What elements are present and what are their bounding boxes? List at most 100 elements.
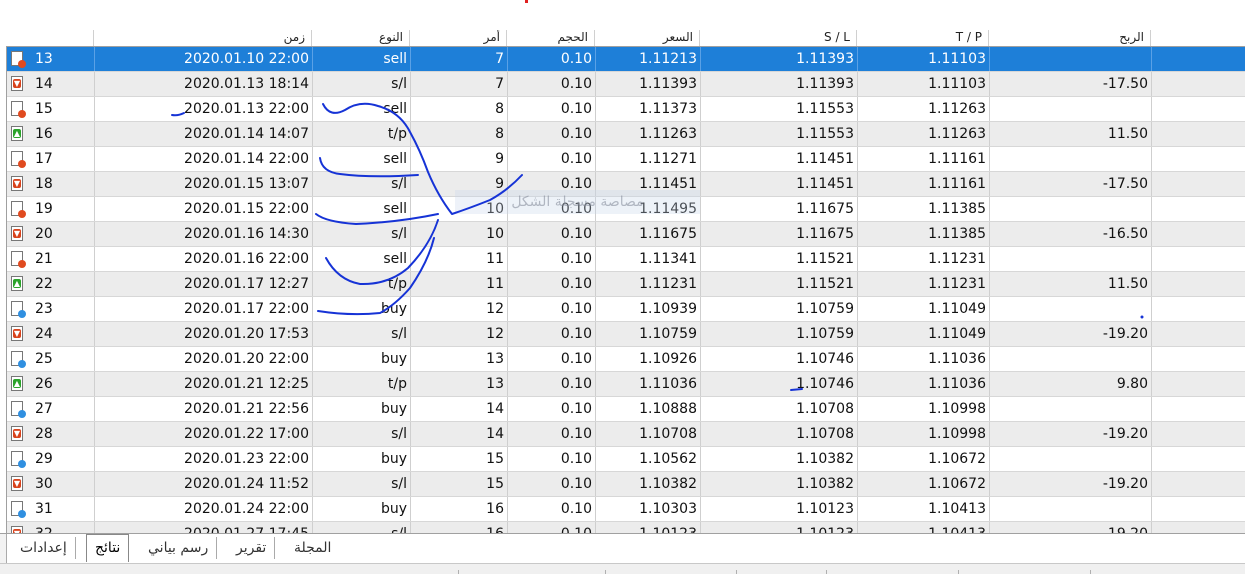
id-cell: 15 <box>7 97 95 121</box>
results-table[interactable]: 13 2020.01.10 22:00 sell 7 0.10 1.11213 1.1139… <box>6 47 1245 533</box>
type-cell: buy <box>313 497 411 521</box>
sl-cell: 1.10746 <box>701 347 858 371</box>
order-buy-icon <box>11 401 26 418</box>
tab-results[interactable]: نتائج <box>86 534 130 562</box>
volume-cell: 0.10 <box>508 47 596 71</box>
price-cell: 1.11341 <box>596 247 701 271</box>
order-cell: 7 <box>411 72 508 96</box>
header-col-order[interactable]: أمر <box>410 30 507 46</box>
sl-cell: 1.10123 <box>701 522 858 533</box>
table-row[interactable]: 25 2020.01.20 22:00 buy 13 0.10 1.10926 1.1074… <box>7 347 1245 372</box>
header-col-sl[interactable]: S / L <box>700 30 857 46</box>
balance-cell <box>1152 172 1245 196</box>
price-cell: 1.11675 <box>596 222 701 246</box>
table-row[interactable]: ▼ 28 2020.01.22 17:00 s/l 14 0.10 1.10708 1.107… <box>7 422 1245 447</box>
profit-cell: 11.50 <box>990 122 1152 146</box>
table-row[interactable]: ▼ 30 2020.01.24 11:52 s/l 15 0.10 1.10382 1.103… <box>7 472 1245 497</box>
balance-cell <box>1152 272 1245 296</box>
tp-cell: 1.11263 <box>858 97 990 121</box>
balance-cell <box>1152 347 1245 371</box>
tab-journal[interactable]: المجلة <box>286 537 339 559</box>
header-col-tp[interactable]: T / P <box>857 30 989 46</box>
header-col-profit[interactable]: الربح <box>989 30 1151 46</box>
table-row[interactable]: ▲ 16 2020.01.14 14:07 t/p 8 0.10 1.11263 1.1155… <box>7 122 1245 147</box>
profit-cell <box>990 47 1152 71</box>
deal-number: 23 <box>35 301 53 317</box>
time-cell: 2020.01.17 22:00 <box>95 297 313 321</box>
table-row[interactable]: ▼ 20 2020.01.16 14:30 s/l 10 0.10 1.11675 1.116… <box>7 222 1245 247</box>
volume-cell: 0.10 <box>508 222 596 246</box>
price-cell: 1.10303 <box>596 497 701 521</box>
sl-cell: 1.10382 <box>701 472 858 496</box>
volume-cell: 0.10 <box>508 122 596 146</box>
tp-cell: 1.11231 <box>858 272 990 296</box>
tp-cell: 1.10672 <box>858 472 990 496</box>
sl-cell: 1.11521 <box>701 247 858 271</box>
volume-cell: 0.10 <box>508 447 596 471</box>
header-col-volume[interactable]: الحجم <box>507 30 595 46</box>
table-row[interactable]: 15 2020.01.13 22:00 sell 8 0.10 1.11373 1.1155… <box>7 97 1245 122</box>
table-row[interactable]: 13 2020.01.10 22:00 sell 7 0.10 1.11213 1.1139… <box>7 47 1245 72</box>
balance-cell <box>1152 147 1245 171</box>
balance-cell <box>1152 322 1245 346</box>
header-col-id[interactable] <box>6 30 94 46</box>
volume-cell: 0.10 <box>508 97 596 121</box>
volume-cell: 0.10 <box>508 422 596 446</box>
tab-report[interactable]: تقرير <box>228 537 276 559</box>
table-row[interactable]: 23 2020.01.17 22:00 buy 12 0.10 1.10939 1.1075… <box>7 297 1245 322</box>
deal-number: 22 <box>35 276 53 292</box>
order-cell: 14 <box>411 422 508 446</box>
red-marker <box>525 0 528 3</box>
table-row[interactable]: 21 2020.01.16 22:00 sell 11 0.10 1.11341 1.115… <box>7 247 1245 272</box>
balance-cell <box>1152 122 1245 146</box>
header-col-time[interactable]: زمن <box>94 30 312 46</box>
table-row[interactable]: 27 2020.01.21 22:56 buy 14 0.10 1.10888 1.1070… <box>7 397 1245 422</box>
deal-number: 21 <box>35 251 53 267</box>
table-row[interactable]: ▼322020.01.27 17:45s/l160.101.101231.101… <box>7 522 1245 533</box>
order-sell-icon <box>11 101 26 118</box>
type-cell: sell <box>313 97 411 121</box>
deal-number: 28 <box>35 426 53 442</box>
volume-cell: 0.10 <box>508 72 596 96</box>
volume-cell: 0.10 <box>508 297 596 321</box>
profit-cell: 9.80 <box>990 372 1152 396</box>
table-row[interactable]: ▼ 14 2020.01.13 18:14 s/l 7 0.10 1.11393 1.1139… <box>7 72 1245 97</box>
sl-cell: 1.10759 <box>701 322 858 346</box>
table-row[interactable]: 31 2020.01.24 22:00 buy 16 0.10 1.10303 1.1012… <box>7 497 1245 522</box>
id-cell: 19 <box>7 197 95 221</box>
deal-number: 31 <box>35 501 53 517</box>
header-col-balance[interactable] <box>1151 30 1245 46</box>
id-cell: ▲ 16 <box>7 122 95 146</box>
balance-cell <box>1152 522 1245 533</box>
type-cell: s/l <box>313 472 411 496</box>
status-sep <box>605 570 606 574</box>
deal-number: 16 <box>35 126 53 142</box>
status-sep <box>1090 570 1091 574</box>
sl-cell: 1.11393 <box>701 72 858 96</box>
tp-cell: 1.10413 <box>858 522 990 533</box>
tab-settings[interactable]: إعدادات <box>12 537 76 559</box>
order-cell: 16 <box>411 497 508 521</box>
order-cell: 13 <box>411 372 508 396</box>
stop-loss-icon: ▼ <box>11 476 23 491</box>
header-col-type[interactable]: النوع <box>312 30 410 46</box>
table-row[interactable]: ▲ 22 2020.01.17 12:27 t/p 11 0.10 1.11231 1.115… <box>7 272 1245 297</box>
deal-number: 32 <box>35 526 53 533</box>
sl-cell: 1.11393 <box>701 47 858 71</box>
tp-cell: 1.11161 <box>858 147 990 171</box>
table-row[interactable]: ▼ 24 2020.01.20 17:53 s/l 12 0.10 1.10759 1.107… <box>7 322 1245 347</box>
status-sep <box>958 570 959 574</box>
order-sell-icon <box>11 201 26 218</box>
time-cell: 2020.01.20 22:00 <box>95 347 313 371</box>
table-row[interactable]: ▲ 26 2020.01.21 12:25 t/p 13 0.10 1.11036 1.107… <box>7 372 1245 397</box>
table-row[interactable]: 17 2020.01.14 22:00 sell 9 0.10 1.11271 1.1145… <box>7 147 1245 172</box>
volume-cell: 0.10 <box>508 497 596 521</box>
tp-cell: 1.10672 <box>858 447 990 471</box>
deal-number: 15 <box>35 101 53 117</box>
type-cell: buy <box>313 297 411 321</box>
profit-cell: -19.20 <box>990 522 1152 533</box>
header-col-price[interactable]: السعر <box>595 30 700 46</box>
table-row[interactable]: 29 2020.01.23 22:00 buy 15 0.10 1.10562 1.1038… <box>7 447 1245 472</box>
tp-cell: 1.11036 <box>858 347 990 371</box>
tab-chart[interactable]: رسم بياني <box>140 537 218 559</box>
